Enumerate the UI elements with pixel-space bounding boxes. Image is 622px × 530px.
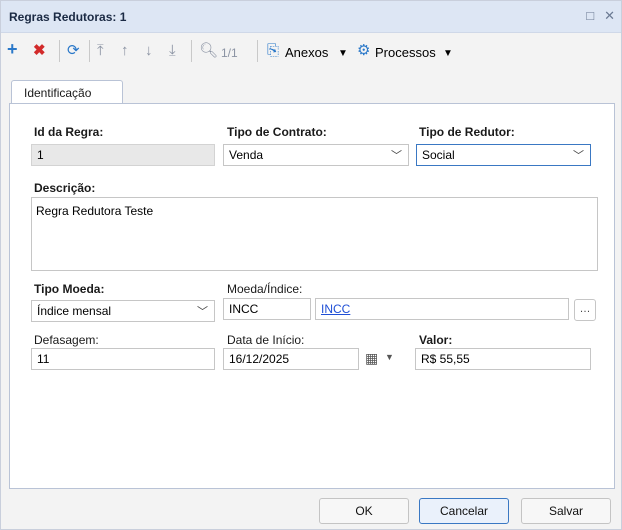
rule-id-label: Id da Regra: [34,125,104,139]
first-record-icon[interactable]: ⤒ [97,42,104,60]
delete-icon[interactable]: ✖ [33,42,46,60]
currency-index-link[interactable]: INCC [321,302,350,316]
chevron-down-icon: ﹀ [391,150,402,162]
previous-record-icon[interactable]: ↑ [121,42,129,60]
currency-lookup-button[interactable]: … [574,299,596,321]
record-counter: 1/1 [221,46,238,60]
processes-dropdown-icon[interactable]: ▼ [443,45,453,63]
description-label: Descrição: [34,181,96,195]
restore-icon[interactable]: □ [586,8,594,24]
lag-field[interactable]: 11 [31,348,215,370]
refresh-icon[interactable]: ⟳ [67,42,80,60]
rule-id-field: 1 [31,144,215,166]
title-bar: Regras Redutoras: 1 □ ✕ [1,1,621,33]
reducer-type-label: Tipo de Redutor: [419,125,515,139]
window-title: Regras Redutoras: 1 [9,10,127,24]
attachment-icon[interactable]: ⎘ [267,42,279,60]
lag-label: Defasagem: [34,333,99,347]
last-record-icon[interactable]: ⤓ [169,42,176,60]
dialog-window: Regras Redutoras: 1 □ ✕ + ✖ ⟳ ⤒ ↑ ↓ ⤓ 🔍︎… [0,0,622,530]
chevron-down-icon: ▼ [385,352,394,362]
close-icon[interactable]: ✕ [604,8,615,24]
start-date-field[interactable]: 16/12/2025 [223,348,359,370]
processes-menu[interactable]: Processos [375,44,436,62]
currency-type-select[interactable]: Índice mensal ﹀ [31,300,215,322]
calendar-button[interactable]: ▦ ▼ [361,348,401,370]
amount-label: Valor: [419,333,453,347]
chevron-down-icon: ﹀ [197,306,208,318]
toolbar: + ✖ ⟳ ⤒ ↑ ↓ ⤓ 🔍︎ 1/1 ⎘ Anexos ▼ ⚙ Proces… [1,34,621,68]
amount-field[interactable]: R$ 55,55 [415,348,591,370]
contract-type-label: Tipo de Contrato: [227,125,327,139]
description-value: Regra Redutora Teste [36,204,154,218]
contract-type-value: Venda [229,148,264,162]
contract-type-select[interactable]: Venda ﹀ [223,144,409,166]
save-button[interactable]: Salvar [521,498,611,524]
attachments-menu[interactable]: Anexos [285,44,328,62]
currency-type-value: Índice mensal [37,304,112,318]
calendar-icon: ▦ [365,350,379,366]
reducer-type-select[interactable]: Social ﹀ [416,144,591,166]
start-date-label: Data de Início: [227,333,305,347]
attachments-dropdown-icon[interactable]: ▼ [338,45,348,63]
tab-label: Identificação [24,86,92,100]
search-icon[interactable]: 🔍︎ [199,42,218,60]
currency-type-label: Tipo Moeda: [34,282,105,296]
add-icon[interactable]: + [7,40,18,58]
tab-identificacao[interactable]: Identificação [11,80,123,104]
reducer-type-value: Social [422,148,455,162]
ok-button[interactable]: OK [319,498,409,524]
chevron-down-icon: ﹀ [573,150,584,162]
description-textarea[interactable]: Regra Redutora Teste [31,197,598,271]
currency-index-name-field[interactable]: INCC [315,298,569,320]
gear-icon[interactable]: ⚙ [357,42,370,60]
currency-index-code-field[interactable]: INCC [223,298,311,320]
cancel-button[interactable]: Cancelar [419,498,509,524]
next-record-icon[interactable]: ↓ [145,42,153,60]
currency-index-label: Moeda/Índice: [227,282,303,296]
